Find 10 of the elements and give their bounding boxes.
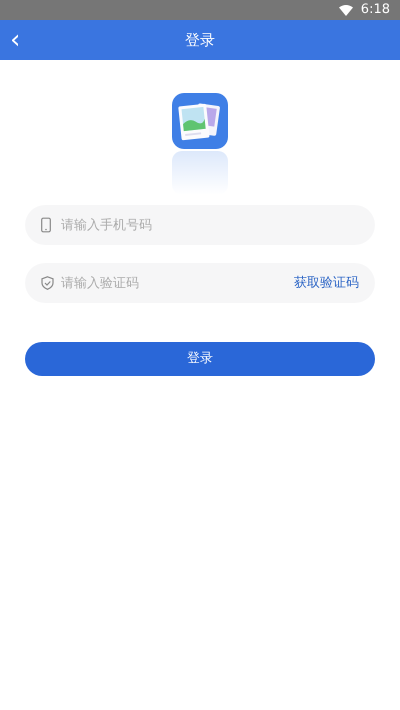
clock: 6:18: [360, 1, 390, 20]
login-button[interactable]: 登录: [25, 342, 375, 376]
app-logo-icon: [172, 93, 228, 151]
back-button[interactable]: ‹: [6, 27, 24, 53]
page-title: 登录: [185, 30, 215, 51]
get-code-link[interactable]: 获取验证码: [294, 273, 359, 293]
phone-icon: [41, 218, 51, 232]
phone-field[interactable]: 请输入手机号码: [25, 205, 375, 245]
wifi-icon: [338, 4, 353, 16]
shield-check-icon: [41, 276, 54, 290]
